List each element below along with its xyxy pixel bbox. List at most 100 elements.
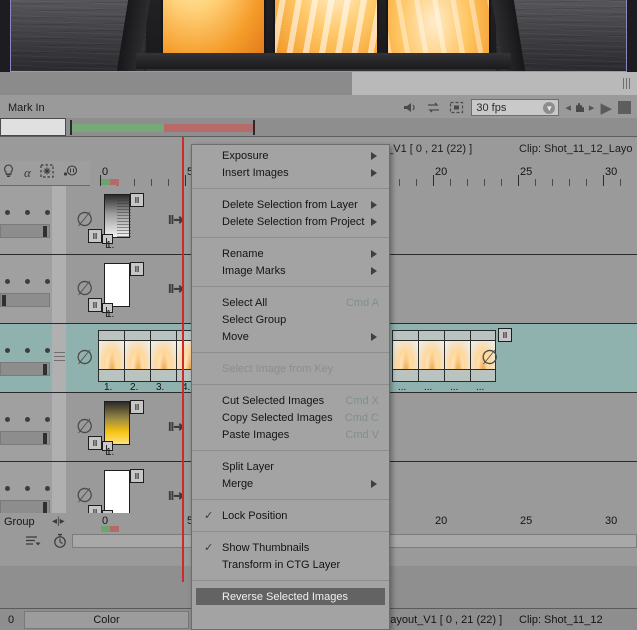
chevron-down-icon[interactable]: ▼ [543, 102, 556, 114]
menu-item-split-layer[interactable]: Split Layer [192, 458, 389, 475]
menu-item-insert-images[interactable]: Insert Images [192, 164, 389, 181]
layer-controls[interactable] [0, 393, 52, 461]
lightbulb-icon[interactable] [2, 164, 15, 181]
layer-opacity-slider[interactable] [0, 293, 50, 307]
ruler-tick-label: 25 [520, 515, 533, 527]
cel-tab-top: II [498, 328, 512, 342]
cel-label: 1. [106, 447, 115, 458]
layer-toggle-dots[interactable] [5, 486, 50, 491]
ruler-tick [151, 179, 152, 186]
layer-opacity-slider[interactable] [0, 431, 50, 445]
ruler-tick-label: 20 [435, 515, 448, 527]
fit-icon[interactable] [448, 100, 465, 116]
strip-frame[interactable] [98, 330, 124, 382]
cel-tab-top: II [130, 262, 144, 276]
ruler-tick [168, 179, 169, 186]
layer-toggle-dots[interactable] [5, 279, 50, 284]
jog-right-icon[interactable]: ▸ [589, 101, 595, 114]
stopwatch-icon[interactable] [52, 533, 68, 551]
cel-thumbnail[interactable]: II II 1. [88, 193, 144, 251]
cel-thumbnail[interactable]: II II 1. [88, 469, 144, 527]
list-settings-icon[interactable] [25, 534, 41, 550]
track-gutter [52, 186, 66, 254]
hold-exposure-icon[interactable]: II➜ [168, 488, 184, 504]
marching-ants-icon[interactable] [40, 164, 54, 181]
stop-icon[interactable] [618, 101, 631, 114]
resize-grip-icon[interactable] [623, 78, 631, 89]
layer-controls[interactable] [0, 324, 52, 392]
menu-item-image-marks[interactable]: Image Marks [192, 262, 389, 279]
menu-item-move[interactable]: Move [192, 328, 389, 345]
mark-in-label: Mark In [8, 101, 45, 114]
menu-item-select-group[interactable]: Select Group [192, 311, 389, 328]
playhead[interactable] [182, 137, 184, 582]
preview-canvas [10, 0, 627, 72]
fps-select[interactable]: 30 fps ▼ [471, 99, 560, 116]
layer-controls[interactable] [0, 255, 52, 323]
track-gutter [52, 255, 66, 323]
layer-toggle-dots[interactable] [5, 417, 50, 422]
menu-item-copy-selected-images[interactable]: Copy Selected Images Cmd C [192, 409, 389, 426]
jog-left-icon[interactable]: ◂ [565, 101, 571, 114]
alpha-icon[interactable]: α [24, 165, 31, 181]
layer-toggle-dots[interactable] [5, 348, 50, 353]
menu-item-merge[interactable]: Merge [192, 475, 389, 492]
layer-opacity-slider[interactable] [0, 500, 50, 514]
layer-controls[interactable] [0, 186, 52, 254]
ruler-tick-label: 25 [520, 166, 533, 178]
menu-separator [192, 286, 389, 287]
cel-tab-bottom: II [88, 298, 102, 312]
speaker-icon[interactable] [402, 100, 419, 116]
track-resize-handle[interactable] [54, 352, 65, 362]
no-transform-icon: ∅ [76, 278, 94, 300]
scrub-mark-out[interactable] [253, 120, 255, 135]
ruler-tick [433, 175, 434, 186]
submenu-arrow-icon [371, 333, 377, 341]
hold-exposure-icon[interactable]: II➜ [168, 281, 184, 297]
submenu-arrow-icon [371, 250, 377, 258]
menu-item-lock-position[interactable]: ✓ Lock Position [192, 507, 389, 524]
strip-frame[interactable] [124, 330, 150, 382]
ruler-tick [552, 179, 553, 186]
scroll-arrows-icon[interactable]: ◂|▸ [52, 516, 65, 527]
toolbar-right-area[interactable] [352, 72, 637, 95]
menu-item-select-all[interactable]: Select All Cmd A [192, 294, 389, 311]
layer-opacity-slider[interactable] [0, 362, 50, 376]
layer-toggle-dots[interactable] [5, 210, 50, 215]
menu-label: Cut Selected Images [222, 394, 325, 407]
context-menu[interactable]: Exposure Insert Images Delete Selection … [191, 144, 390, 630]
menu-item-exposure[interactable]: Exposure [192, 147, 389, 164]
strip-frame[interactable] [392, 330, 418, 382]
hold-exposure-icon[interactable]: II➜ [168, 419, 184, 435]
jog-control[interactable]: ◂ ▸ [565, 101, 594, 114]
menu-item-delete-selection-from-layer[interactable]: Delete Selection from Layer [192, 196, 389, 213]
strip-frame[interactable] [150, 330, 176, 382]
ruler-tick [185, 175, 186, 186]
menu-item-paste-images[interactable]: Paste Images Cmd V [192, 426, 389, 443]
cel-tab-top: II [130, 193, 144, 207]
layer-opacity-slider[interactable] [0, 224, 50, 238]
menu-item-delete-selection-from-project[interactable]: Delete Selection from Project [192, 213, 389, 230]
strip-frame[interactable] [418, 330, 444, 382]
hold-exposure-icon[interactable]: II➜ [168, 212, 184, 228]
menu-item-cut-selected-images[interactable]: Cut Selected Images Cmd X [192, 392, 389, 409]
loop-icon[interactable] [425, 100, 442, 116]
strip-frame[interactable] [444, 330, 470, 382]
viewport-preview[interactable] [0, 0, 637, 72]
group-label: Group [4, 516, 35, 528]
scrub-field[interactable] [0, 118, 66, 136]
play-icon[interactable]: ▶ [600, 99, 612, 117]
menu-item-transform-in-ctg-layer[interactable]: Transform in CTG Layer [192, 556, 389, 573]
menu-item-rename[interactable]: Rename [192, 245, 389, 262]
ruler-tick [484, 179, 485, 186]
menu-item-show-thumbnails[interactable]: ✓ Show Thumbnails [192, 539, 389, 556]
application-window: Mark In 30 fps ▼ ◂ ▸ ▶ ut_V1 [0 , 21 (2… [0, 0, 637, 630]
cel-tab-bottom: II [88, 229, 102, 243]
cel-thumbnail[interactable]: II II 1. [88, 400, 144, 458]
scrub-strip[interactable] [0, 118, 637, 136]
cel-sheet [104, 194, 131, 238]
cel-thumbnail[interactable]: II II 1. [88, 262, 144, 320]
menu-item-reverse-selected-images[interactable]: Reverse Selected Images [196, 588, 385, 605]
onion-skin-icon[interactable] [63, 164, 78, 181]
status-color-button[interactable]: Color [24, 610, 189, 629]
